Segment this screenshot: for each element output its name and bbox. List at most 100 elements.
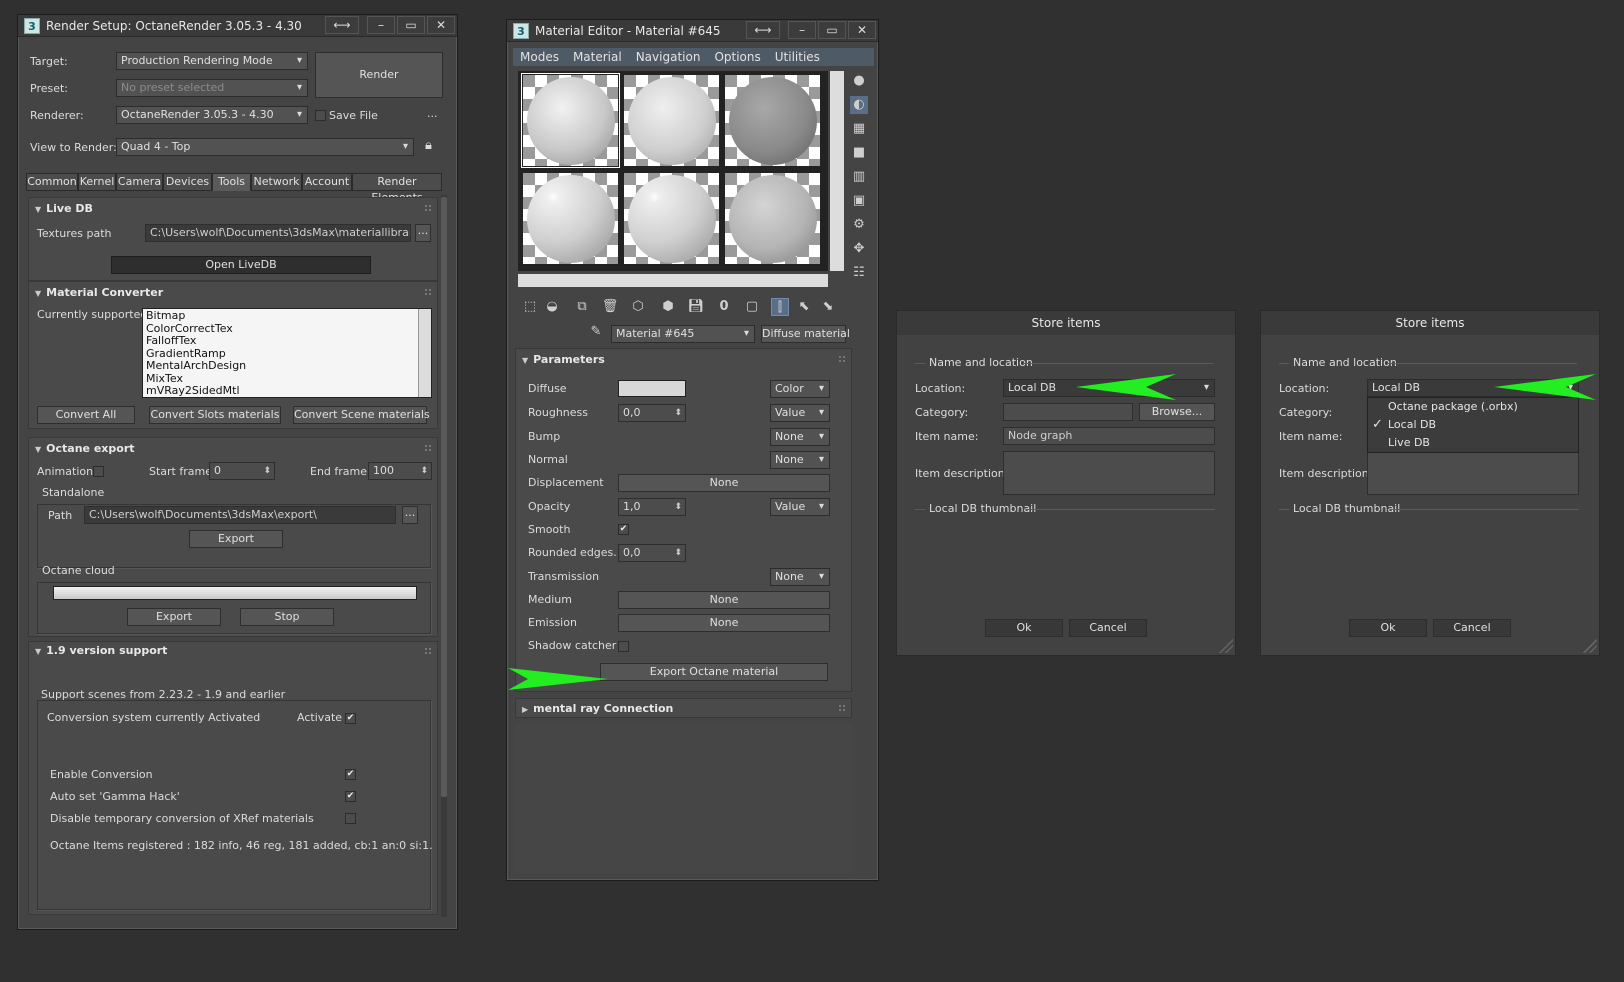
tab-network[interactable]: Network — [251, 173, 302, 191]
converter-header[interactable]: ▼ Material Converter — [35, 286, 163, 299]
save-file-browse[interactable]: ... — [427, 107, 438, 120]
ok-button[interactable]: Ok — [985, 619, 1063, 637]
list-item[interactable]: MentalArchDesign — [146, 359, 428, 373]
diffuse-type-dropdown[interactable]: Color — [770, 380, 830, 398]
tab-kernel[interactable]: Kernel — [78, 173, 116, 191]
mental-ray-header[interactable]: ▶ mental ray Connection — [522, 702, 673, 715]
lock-icon[interactable]: 🔒︎ — [425, 138, 432, 153]
put-to-scene-icon[interactable]: ◒ — [543, 298, 561, 316]
sample-slot[interactable] — [521, 73, 620, 168]
resize-grip-icon[interactable] — [1219, 639, 1233, 653]
export-octane-material-button[interactable]: Export Octane material — [600, 663, 828, 681]
render-button[interactable]: Render — [315, 52, 443, 98]
save-file-checkbox[interactable] — [315, 110, 326, 121]
menu-material[interactable]: Material — [566, 50, 629, 64]
sample-slot[interactable] — [724, 172, 821, 265]
livedb-header[interactable]: ▼ Live DB — [35, 202, 93, 215]
enable-conversion-checkbox[interactable]: ✔ — [345, 769, 356, 780]
cloud-export-button[interactable]: Export — [127, 608, 221, 626]
animation-checkbox[interactable] — [93, 466, 104, 477]
location-dropdown-list[interactable]: Octane package (.orbx) ✓ Local DB Live DB — [1367, 397, 1579, 453]
show-map-icon[interactable]: ▢ — [743, 298, 761, 316]
cancel-button[interactable]: Cancel — [1069, 619, 1147, 637]
convert-all-button[interactable]: Convert All — [37, 406, 135, 424]
show-end-result-icon[interactable]: ⫿ — [771, 298, 789, 316]
save-icon[interactable]: 💾︎ — [687, 298, 705, 316]
video-color-check-icon[interactable]: ▥ — [850, 168, 868, 186]
material-name-dropdown[interactable]: Material #645 — [611, 325, 755, 343]
minimize-button[interactable]: – — [788, 21, 816, 39]
go-parent-icon[interactable]: ⬉ — [795, 298, 813, 316]
tab-tools[interactable]: Tools — [212, 173, 251, 191]
list-item[interactable]: mVRay2SidedMtl — [146, 384, 428, 397]
menu-navigation[interactable]: Navigation — [629, 50, 708, 64]
material-editor-titlebar[interactable]: 3 Material Editor - Material #645 ⟷ – ▭ … — [507, 20, 878, 42]
renderer-dropdown[interactable]: OctaneRender 3.05.3 - 4.30 — [116, 106, 308, 124]
roughness-spinner[interactable]: 0,0 — [618, 404, 686, 422]
location-option-orbx[interactable]: Octane package (.orbx) — [1368, 398, 1578, 416]
sample-slot[interactable] — [623, 74, 720, 167]
parameters-header[interactable]: ▼ Parameters — [522, 353, 605, 366]
location-option-local-db[interactable]: ✓ Local DB — [1368, 416, 1578, 434]
get-material-icon[interactable]: ⬚ — [521, 298, 539, 316]
maximize-button[interactable]: ▭ — [397, 16, 425, 34]
render-setup-titlebar[interactable]: 3 Render Setup: OctaneRender 3.05.3 - 4.… — [18, 15, 457, 37]
ok-button[interactable]: Ok — [1349, 619, 1427, 637]
put-to-library-icon[interactable]: ⬢ — [659, 298, 677, 316]
location-dropdown[interactable]: Local DB — [1367, 379, 1579, 397]
preset-dropdown[interactable]: No preset selected — [116, 79, 308, 97]
rollout-grip[interactable] — [425, 445, 431, 451]
make-unique-icon[interactable]: ⬡ — [629, 298, 647, 316]
eyedropper-icon[interactable]: ✎ — [587, 323, 605, 341]
displacement-map-button[interactable]: None — [618, 474, 830, 492]
normal-type-dropdown[interactable]: None — [770, 451, 830, 469]
export-path-field[interactable]: C:\Users\wolf\Documents\3dsMax\export\ — [84, 506, 396, 524]
rounded-edges-spinner[interactable]: 0,0 — [618, 544, 686, 562]
end-frame-spinner[interactable]: 100 — [368, 462, 432, 480]
menu-utilities[interactable]: Utilities — [768, 50, 827, 64]
delete-icon[interactable]: 🗑︎ — [601, 298, 619, 316]
material-navigator-icon[interactable]: ☷ — [850, 264, 868, 282]
slots-vscrollbar[interactable] — [830, 71, 844, 271]
supported-list[interactable]: Bitmap ColorCorrectTex FalloffTex Gradie… — [142, 308, 432, 398]
sample-slot[interactable] — [724, 74, 821, 167]
convert-scene-button[interactable]: Convert Scene materials — [293, 406, 430, 424]
disable-xref-checkbox[interactable] — [345, 813, 356, 824]
background-icon[interactable]: ▦ — [850, 120, 868, 138]
tab-account[interactable]: Account — [302, 173, 352, 191]
rollout-grip[interactable] — [425, 648, 431, 654]
category-field[interactable] — [1003, 403, 1133, 421]
start-frame-spinner[interactable]: 0 — [209, 462, 275, 480]
menu-options[interactable]: Options — [707, 50, 767, 64]
opacity-spinner[interactable]: 1,0 — [618, 498, 686, 516]
list-item[interactable]: Bitmap — [146, 309, 428, 323]
browse-button[interactable]: Browse... — [1139, 403, 1215, 421]
uv-tiling-icon[interactable]: ■ — [850, 144, 868, 162]
textures-browse-button[interactable]: ... — [415, 224, 431, 242]
sample-type-icon[interactable]: ● — [850, 72, 868, 90]
close-button[interactable]: ✕ — [848, 21, 876, 39]
list-item[interactable]: FalloffTex — [146, 334, 428, 348]
list-scrollbar[interactable] — [418, 309, 431, 397]
bump-type-dropdown[interactable]: None — [770, 428, 830, 446]
item-name-field[interactable]: Node graph — [1003, 427, 1215, 445]
open-livedb-button[interactable]: Open LiveDB — [111, 256, 371, 274]
v19-header[interactable]: ▼ 1.9 version support — [35, 644, 167, 657]
textures-path-field[interactable]: C:\Users\wolf\Documents\3dsMax\materiall… — [145, 224, 411, 242]
slots-hscrollbar[interactable] — [518, 274, 828, 287]
material-id-icon[interactable]: 0 — [715, 298, 733, 316]
shadow-catcher-checkbox[interactable] — [618, 641, 629, 652]
location-dropdown[interactable]: Local DB — [1003, 379, 1215, 397]
location-option-live-db[interactable]: Live DB — [1368, 434, 1578, 452]
view-dropdown[interactable]: Quad 4 - Top — [116, 138, 414, 156]
swap-icon[interactable]: ⟷ — [746, 21, 780, 39]
octane-export-header[interactable]: ▼ Octane export — [35, 442, 135, 455]
convert-slots-button[interactable]: Convert Slots materials — [149, 406, 281, 424]
diffuse-color-swatch[interactable] — [618, 380, 686, 397]
gamma-hack-checkbox[interactable]: ✔ — [345, 791, 356, 802]
assign-material-icon[interactable]: ⧉ — [573, 298, 591, 316]
panel-scrollbar[interactable] — [441, 195, 447, 917]
menu-modes[interactable]: Modes — [513, 50, 566, 64]
activate-checkbox[interactable]: ✔ — [345, 713, 356, 724]
rollout-grip[interactable] — [839, 705, 845, 711]
